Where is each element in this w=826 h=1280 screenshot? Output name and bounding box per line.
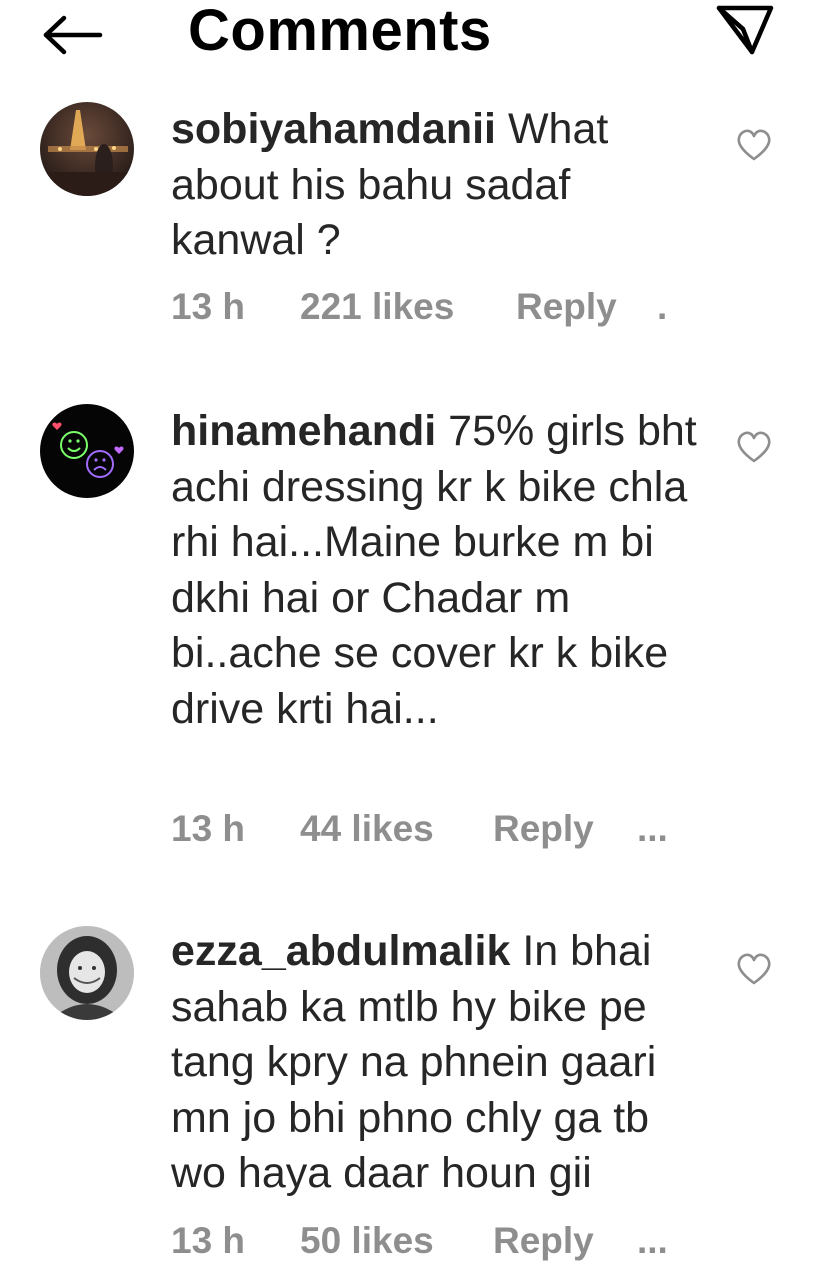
reply-button[interactable]: Reply	[516, 286, 617, 328]
heart-icon	[737, 431, 771, 463]
more-options-button[interactable]: .	[657, 286, 667, 328]
like-button[interactable]	[736, 128, 772, 162]
more-options-button[interactable]: ...	[637, 1220, 668, 1262]
comment-username[interactable]: ezza_abdulmalik	[171, 927, 510, 975]
avatar[interactable]	[40, 102, 134, 196]
comment-text: 75% girls bht achi dressing kr k bike ch…	[171, 407, 697, 733]
avatar[interactable]	[40, 404, 134, 498]
reply-button[interactable]: Reply	[493, 808, 594, 850]
share-button[interactable]	[714, 2, 776, 58]
comment-likes-count[interactable]: 50 likes	[300, 1220, 434, 1262]
comment-likes-count[interactable]: 44 likes	[300, 808, 434, 850]
comment-body: hinamehandi 75% girls bht achi dressing …	[171, 404, 711, 737]
comment-time: 13 h	[171, 286, 246, 327]
heart-icon	[737, 129, 771, 161]
comment-time: 13 h	[171, 1220, 246, 1261]
like-button[interactable]	[736, 952, 772, 986]
comment-username[interactable]: hinamehandi	[171, 407, 436, 455]
avatar-portrait-image	[40, 926, 134, 1020]
paper-plane-icon	[716, 5, 774, 55]
heart-icon	[737, 953, 771, 985]
comment-username[interactable]: sobiyahamdanii	[171, 105, 496, 153]
back-button[interactable]	[40, 8, 104, 62]
more-options-button[interactable]: ...	[637, 808, 668, 850]
comment-time: 13 h	[171, 808, 246, 849]
avatar-smiley-image	[40, 404, 134, 498]
like-button[interactable]	[736, 430, 772, 464]
page-title: Comments	[188, 0, 492, 63]
avatar-eiffel-image	[40, 102, 134, 196]
comment-likes-count[interactable]: 221 likes	[300, 286, 454, 328]
reply-button[interactable]: Reply	[493, 1220, 594, 1262]
comment-body: sobiyahamdanii What about his bahu sadaf…	[171, 102, 711, 269]
avatar[interactable]	[40, 926, 134, 1020]
header-bar: Comments	[0, 0, 826, 70]
comment-body: ezza_abdulmalik In bhai sahab ka mtlb hy…	[171, 924, 711, 1202]
arrow-left-icon	[43, 15, 103, 55]
